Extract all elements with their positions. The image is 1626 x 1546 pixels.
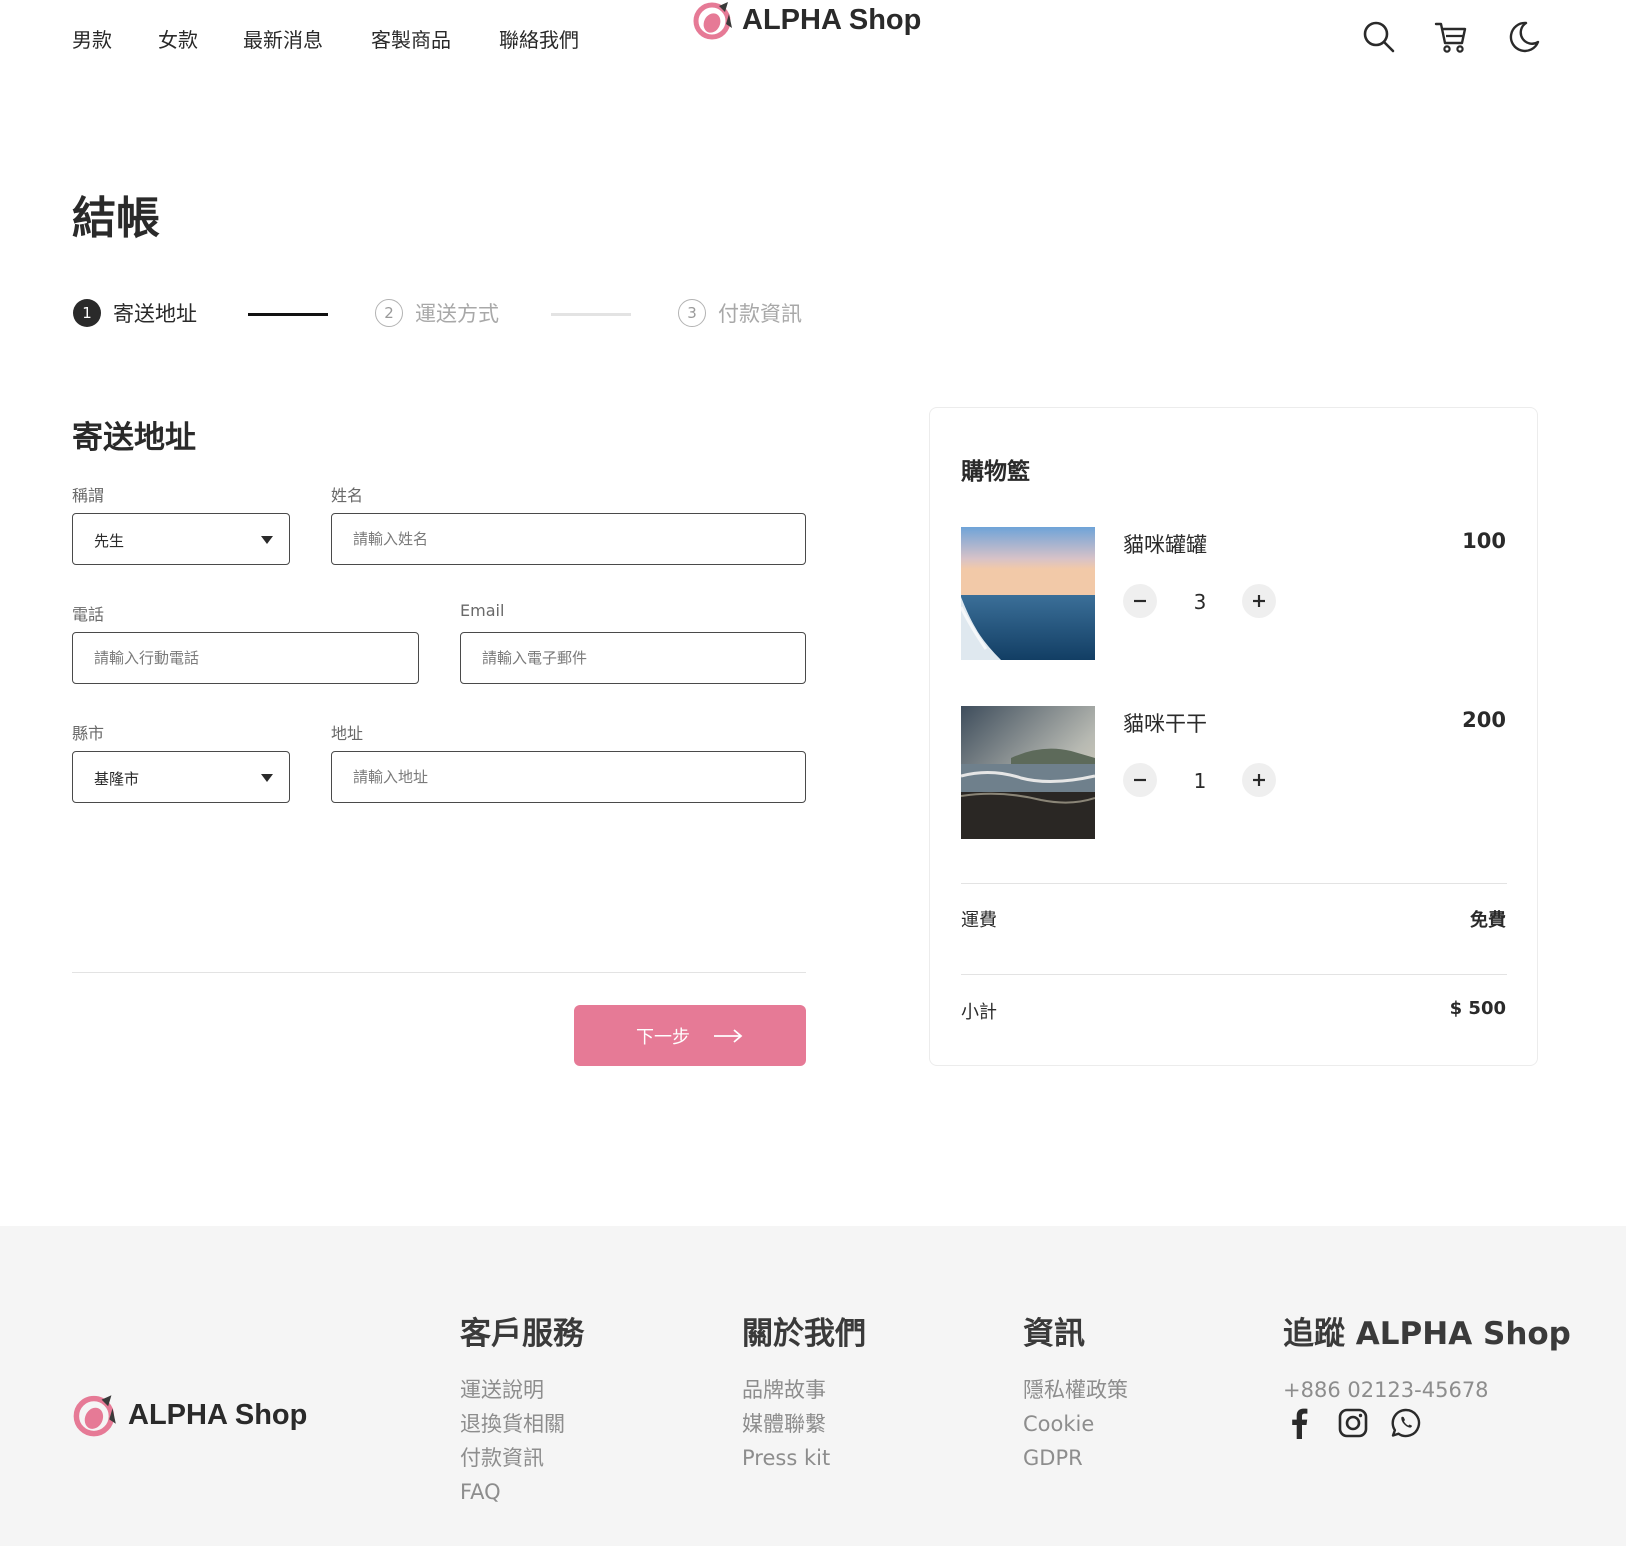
step-3-number: 3 <box>678 299 706 327</box>
footer-link[interactable]: 付款資訊 <box>460 1441 584 1475</box>
step-1: 1 寄送地址 <box>73 298 197 328</box>
phone-label: 電話 <box>72 605 105 624</box>
footer-column-follow: 追蹤 ALPHA Shop +886 02123-45678 <box>1283 1308 1571 1407</box>
next-button[interactable]: 下一步 <box>574 1005 806 1066</box>
cart-divider <box>961 974 1507 975</box>
address-input[interactable] <box>332 752 805 802</box>
decrease-quantity-button[interactable] <box>1123 763 1157 797</box>
city-label: 縣市 <box>72 724 105 743</box>
whatsapp-icon[interactable] <box>1390 1407 1422 1439</box>
increase-quantity-button[interactable] <box>1242 763 1276 797</box>
footer-column-info: 資訊 隱私權政策 Cookie GDPR <box>1023 1308 1128 1475</box>
phone-field <box>72 632 419 684</box>
cart-title: 購物籃 <box>961 459 1030 485</box>
page-title: 結帳 <box>72 193 160 244</box>
step-3-label: 付款資訊 <box>718 302 802 326</box>
footer-phone[interactable]: +886 02123-45678 <box>1283 1373 1571 1407</box>
form-divider <box>72 972 806 973</box>
footer-column-title: 追蹤 ALPHA Shop <box>1283 1316 1571 1352</box>
item-quantity: 3 <box>1193 590 1207 614</box>
step-2-number: 2 <box>375 299 403 327</box>
name-input[interactable] <box>332 514 805 564</box>
plus-icon <box>1253 595 1265 607</box>
subtotal-label: 小計 <box>961 1002 997 1023</box>
salutation-label: 稱謂 <box>72 486 105 505</box>
city-value: 基隆市 <box>94 770 140 788</box>
footer-link[interactable]: 品牌故事 <box>742 1373 866 1407</box>
item-price: 200 <box>1462 708 1506 732</box>
subtotal-value: $ 500 <box>1449 998 1506 1019</box>
nav-item-men[interactable]: 男款 <box>72 24 112 53</box>
header-brand-name: ALPHA Shop <box>742 3 922 36</box>
step-2-label: 運送方式 <box>415 302 499 326</box>
alpha-logo-icon <box>73 1395 116 1437</box>
header-logo[interactable]: ALPHA Shop <box>692 0 921 40</box>
footer-link[interactable]: Press kit <box>742 1441 866 1475</box>
footer-link[interactable]: Cookie <box>1023 1407 1128 1441</box>
cart-panel: 購物籃 貓咪罐罐 100 3 貓咪干干 200 1 運費 免費 小計 $ 500 <box>929 407 1538 1066</box>
chevron-down-icon <box>261 536 273 544</box>
footer-link[interactable]: 退換貨相關 <box>460 1407 584 1441</box>
footer-column-title: 資訊 <box>1023 1316 1085 1352</box>
footer-link[interactable]: 隱私權政策 <box>1023 1373 1128 1407</box>
footer-brand-name: ALPHA Shop <box>128 1398 308 1431</box>
shipping-label: 運費 <box>961 910 997 931</box>
plus-icon <box>1253 774 1265 786</box>
nav-item-custom[interactable]: 客製商品 <box>371 24 451 53</box>
footer-column-title: 關於我們 <box>742 1316 866 1352</box>
name-label: 姓名 <box>331 486 364 505</box>
alpha-logo-icon <box>693 2 732 40</box>
moon-icon[interactable] <box>1504 18 1542 56</box>
product-image <box>961 527 1095 660</box>
increase-quantity-button[interactable] <box>1242 584 1276 618</box>
search-icon[interactable] <box>1360 18 1398 56</box>
minus-icon <box>1134 778 1146 782</box>
section-title: 寄送地址 <box>72 420 196 456</box>
name-field <box>331 513 806 565</box>
footer-link[interactable]: 運送說明 <box>460 1373 584 1407</box>
footer-column-about: 關於我們 品牌故事 媒體聯繫 Press kit <box>742 1308 866 1475</box>
email-input[interactable] <box>461 633 805 683</box>
shipping-value: 免費 <box>1470 910 1506 931</box>
city-select[interactable]: 基隆市 <box>72 751 290 803</box>
item-quantity: 1 <box>1193 769 1207 793</box>
footer-link[interactable]: GDPR <box>1023 1441 1128 1475</box>
step-connector-2 <box>551 313 631 316</box>
item-price: 100 <box>1462 529 1506 553</box>
next-button-label: 下一步 <box>636 1026 690 1048</box>
email-label: Email <box>460 601 505 620</box>
decrease-quantity-button[interactable] <box>1123 584 1157 618</box>
product-image <box>961 706 1095 839</box>
arrow-right-icon <box>714 1028 743 1043</box>
chevron-down-icon <box>261 774 273 782</box>
step-2: 2 運送方式 <box>375 298 499 328</box>
phone-input[interactable] <box>73 633 418 683</box>
step-connector-1 <box>248 313 328 316</box>
facebook-icon[interactable] <box>1283 1407 1315 1439</box>
footer-column-service: 客戶服務 運送說明 退換貨相關 付款資訊 FAQ <box>460 1308 584 1509</box>
footer-logo[interactable]: ALPHA Shop <box>72 1393 307 1437</box>
step-1-number: 1 <box>73 299 101 327</box>
step-3: 3 付款資訊 <box>678 298 802 328</box>
item-name: 貓咪干干 <box>1123 712 1207 736</box>
nav-item-news[interactable]: 最新消息 <box>243 24 323 53</box>
item-name: 貓咪罐罐 <box>1123 533 1207 557</box>
nav-item-women[interactable]: 女款 <box>158 24 198 53</box>
salutation-select[interactable]: 先生 <box>72 513 290 565</box>
salutation-value: 先生 <box>94 532 125 550</box>
cart-divider <box>961 883 1507 884</box>
footer-link[interactable]: FAQ <box>460 1475 584 1509</box>
step-1-label: 寄送地址 <box>113 302 197 326</box>
footer-link[interactable]: 媒體聯繫 <box>742 1407 866 1441</box>
address-field <box>331 751 806 803</box>
address-label: 地址 <box>331 724 364 743</box>
nav-item-contact[interactable]: 聯絡我們 <box>499 24 579 53</box>
email-field <box>460 632 806 684</box>
instagram-icon[interactable] <box>1337 1407 1369 1439</box>
minus-icon <box>1134 599 1146 603</box>
footer-column-title: 客戶服務 <box>460 1316 584 1352</box>
cart-icon[interactable] <box>1432 18 1470 56</box>
